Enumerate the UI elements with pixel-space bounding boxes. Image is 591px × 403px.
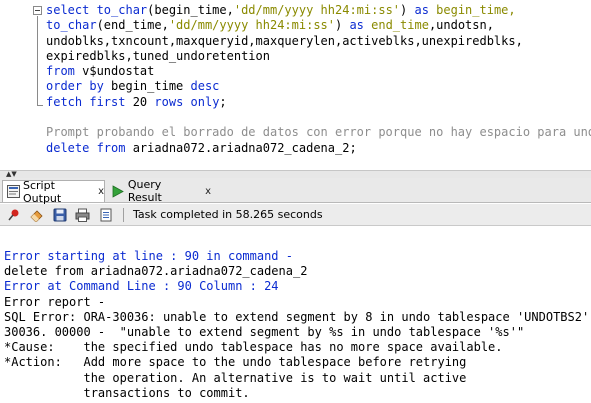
code-token: ariadna072.ariadna072_cadena_2; [125,140,357,155]
code-line: delete from ariadna072.ariadna072_cadena… [46,141,591,156]
output-tab-bar: Script Output x Query Result x [0,178,591,205]
code-token: order by [46,79,104,94]
output-line: transactions to commit. [4,385,250,400]
output-line: *Action: Add more space to the undo tabl… [4,355,467,370]
code-token: begin_time, [428,3,516,17]
output-toolbar: Task completed in 58.265 seconds [0,204,591,226]
panel-splitter[interactable] [0,170,591,178]
code-token: Prompt probando el borrado de datos con … [46,125,591,140]
print-icon[interactable] [74,207,91,223]
code-token: as [414,3,429,17]
code-token: end_time [363,18,429,33]
code-token: select [46,3,97,17]
output-line: 30036. 00000 - "unable to extend segment… [4,324,525,339]
code-line: from v$undostat [46,64,591,79]
output-line: Error report - [4,294,106,309]
tab-script-output[interactable]: Script Output x [2,178,105,205]
save-icon[interactable] [51,207,68,223]
code-line: fetch first 20 rows only; [46,95,591,110]
script-output-text: Error starting at line : 90 in command -… [4,249,589,401]
error-line: Error starting at line : 90 in command - [4,249,293,263]
code-line: order by begin_time desc [46,79,591,94]
fold-guide [37,16,38,106]
code-token: from [46,64,75,79]
tab-query-result[interactable]: Query Result x [107,178,211,204]
splitter-collapse-icon[interactable]: ▲▼ [6,171,17,178]
output-line: *Cause: the specified undo tablespace ha… [4,340,503,355]
eraser-icon[interactable] [28,207,45,223]
code-line: undoblks,txncount,maxqueryid,maxquerylen… [46,34,591,49]
code-token: begin_time [103,79,191,94]
code-token: delete from [46,140,126,155]
script-output-panel[interactable]: Error starting at line : 90 in command -… [0,227,591,403]
code-token: (begin_time, [147,3,234,17]
task-status-text: Task completed in 58.265 seconds [133,208,323,221]
code-token: to_char [46,18,97,33]
document-icon[interactable] [97,207,114,223]
editor-gutter [0,0,32,170]
code-token: undoblks,txncount,maxqueryid,maxquerylen… [46,33,523,48]
code-area[interactable]: select to_char(begin_time,'dd/mm/yyyy hh… [46,3,591,156]
toolbar-separator [123,208,124,222]
output-line: SQL Error: ORA-30036: unable to extend s… [4,309,590,324]
code-token: (end_time, [96,18,169,33]
code-token: ; [219,94,227,109]
code-token: ) [335,18,350,33]
code-token: fetch first [46,94,126,109]
tab-query-result-close-icon[interactable]: x [205,186,211,197]
code-token: 'dd/mm/yyyy hh24:mi:ss' [233,3,401,17]
code-token: ,undotsn, [428,18,494,33]
code-token: desc [190,79,220,94]
code-token: expiredblks,tuned_undoretention [46,48,270,63]
output-line: delete from ariadna072.ariadna072_cadena… [4,264,308,279]
fold-collapse-icon[interactable] [33,6,42,15]
sql-editor[interactable]: select to_char(begin_time,'dd/mm/yyyy hh… [0,0,591,170]
code-line: Prompt probando el borrado de datos con … [46,125,591,140]
fold-guide-end [37,105,43,106]
code-token: 'dd/mm/yyyy hh24:mi:ss' [168,18,335,33]
code-token: ) [400,3,415,17]
tab-script-output-close-icon[interactable]: x [98,186,104,197]
code-line: to_char(end_time,'dd/mm/yyyy hh24:mi:ss'… [46,18,591,33]
code-line: expiredblks,tuned_undoretention [46,49,591,64]
tab-query-result-label: Query Result [127,178,162,204]
code-token: to_char [96,3,148,17]
error-line: Error at Command Line : 90 Column : 24 [4,279,279,294]
code-token: 20 [125,94,155,109]
pin-icon[interactable] [5,207,22,223]
play-icon [111,184,125,198]
code-token: rows only [154,94,220,109]
output-line: the operation. An alternative is to wait… [4,370,467,385]
code-line: select to_char(begin_time,'dd/mm/yyyy hh… [46,3,591,18]
script-output-icon [7,185,20,199]
code-token: as [349,18,364,33]
code-token: v$undostat [74,64,155,79]
tab-script-output-label: Script Output [23,178,62,205]
